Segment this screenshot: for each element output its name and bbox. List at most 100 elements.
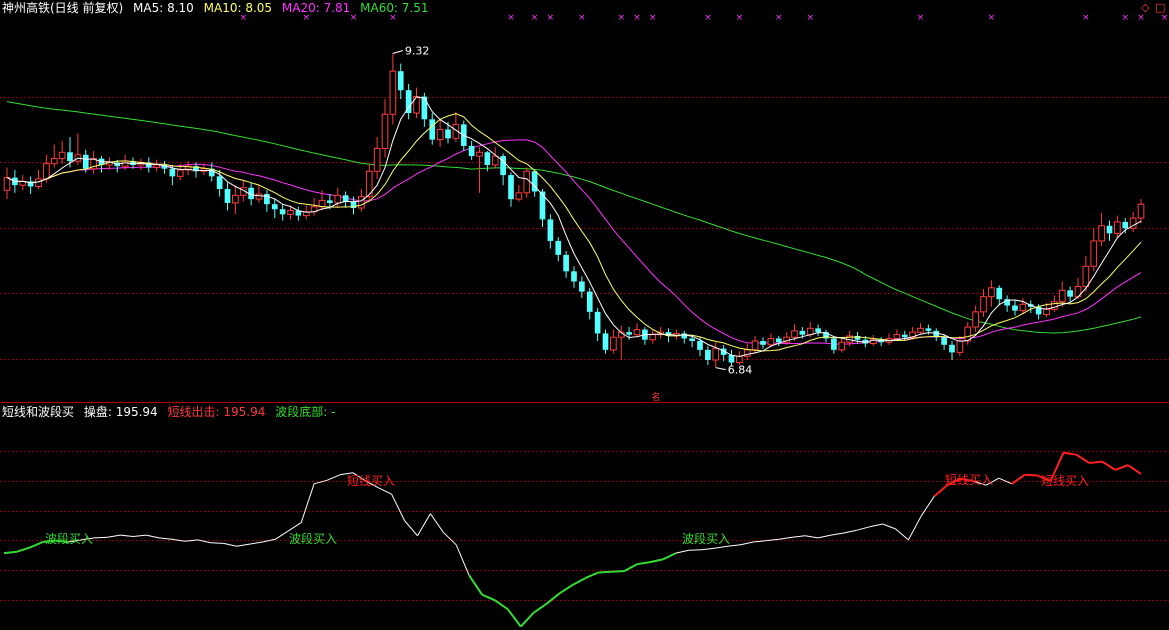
candle[interactable]: [58, 140, 66, 164]
candle[interactable]: [555, 237, 562, 262]
candle[interactable]: [642, 327, 648, 345]
candle[interactable]: [760, 337, 766, 349]
stock-chart-window[interactable]: ×××××××××××××××××××××××××× 9.326.84名 波段买…: [0, 0, 1169, 630]
candle[interactable]: [145, 157, 152, 173]
oscillator-segment: [882, 523, 896, 530]
candle[interactable]: [468, 140, 475, 160]
candle[interactable]: [1082, 256, 1090, 292]
candle[interactable]: [295, 206, 302, 221]
candle[interactable]: [815, 324, 821, 336]
candle[interactable]: [232, 185, 239, 215]
candle[interactable]: [200, 163, 208, 176]
candle[interactable]: [783, 332, 790, 345]
signal-star: ×: [704, 13, 712, 23]
candle[interactable]: [610, 329, 617, 354]
candle-body: [917, 327, 924, 333]
candle[interactable]: [823, 329, 829, 343]
candle[interactable]: [389, 53, 397, 125]
candle[interactable]: [681, 330, 688, 344]
candle[interactable]: [310, 197, 318, 216]
candle[interactable]: [452, 111, 460, 143]
candle[interactable]: [3, 167, 11, 200]
candle[interactable]: [35, 170, 42, 189]
candle[interactable]: [743, 343, 751, 360]
candle[interactable]: [264, 190, 270, 212]
candle[interactable]: [90, 151, 97, 174]
chart-canvas[interactable]: ×××××××××××××××××××××××××× 9.326.84名 波段买…: [0, 0, 1169, 630]
candle[interactable]: [1067, 286, 1073, 302]
candle[interactable]: [531, 170, 538, 197]
candle[interactable]: [413, 87, 420, 119]
candle[interactable]: [373, 137, 381, 179]
candle[interactable]: [224, 182, 231, 211]
signal-star: ×: [633, 13, 641, 23]
maximize-icon[interactable]: □: [1155, 1, 1165, 14]
candle[interactable]: [712, 342, 720, 368]
candle[interactable]: [563, 251, 569, 278]
candle[interactable]: [74, 133, 82, 165]
candle[interactable]: [594, 308, 601, 341]
candle[interactable]: [571, 266, 577, 288]
candle-body: [287, 210, 294, 215]
candle[interactable]: [988, 280, 995, 307]
candle[interactable]: [153, 159, 160, 172]
candle[interactable]: [279, 204, 286, 221]
candle[interactable]: [397, 63, 404, 100]
oscillator-segment: [740, 541, 754, 546]
candle[interactable]: [1012, 300, 1018, 316]
candle[interactable]: [1090, 228, 1098, 272]
candle[interactable]: [1004, 295, 1010, 312]
candle[interactable]: [1098, 213, 1105, 246]
candle[interactable]: [50, 144, 58, 168]
diamond-icon[interactable]: ◇: [1141, 1, 1149, 14]
candle[interactable]: [972, 305, 979, 333]
candle[interactable]: [838, 337, 846, 353]
candle[interactable]: [523, 167, 531, 198]
candle[interactable]: [964, 322, 972, 345]
candle[interactable]: [255, 185, 263, 203]
candle[interactable]: [579, 276, 585, 298]
candle[interactable]: [1129, 211, 1137, 233]
candle[interactable]: [476, 147, 483, 193]
candle[interactable]: [436, 119, 444, 148]
candle[interactable]: [586, 287, 593, 320]
candle[interactable]: [508, 172, 514, 207]
candle[interactable]: [515, 185, 523, 202]
candle[interactable]: [1114, 215, 1121, 239]
candle[interactable]: [751, 335, 759, 354]
candle[interactable]: [500, 153, 506, 186]
candle[interactable]: [949, 341, 955, 360]
candle[interactable]: [720, 344, 727, 362]
candle[interactable]: [933, 328, 940, 341]
candle-body: [484, 152, 491, 165]
candle[interactable]: [602, 329, 609, 354]
candle[interactable]: [1122, 218, 1129, 234]
candle[interactable]: [831, 335, 837, 354]
candle[interactable]: [1027, 300, 1034, 314]
candle[interactable]: [491, 147, 499, 169]
candle[interactable]: [1106, 220, 1113, 241]
candle[interactable]: [137, 158, 145, 170]
candle[interactable]: [996, 285, 1003, 306]
candle[interactable]: [19, 175, 27, 191]
signal-star: ×: [1082, 13, 1090, 23]
candle[interactable]: [547, 214, 554, 249]
candle[interactable]: [649, 329, 657, 344]
candle[interactable]: [429, 113, 436, 145]
candle[interactable]: [161, 161, 168, 174]
candle[interactable]: [1137, 199, 1145, 224]
candle[interactable]: [705, 346, 711, 366]
candle[interactable]: [633, 323, 641, 338]
candle[interactable]: [917, 323, 924, 335]
candle[interactable]: [885, 333, 893, 345]
candle[interactable]: [381, 99, 389, 158]
candle[interactable]: [184, 161, 192, 176]
candlestick-series[interactable]: [3, 53, 1145, 368]
candle[interactable]: [27, 176, 34, 195]
candle-body: [381, 113, 389, 149]
candle[interactable]: [271, 199, 278, 219]
candle[interactable]: [342, 191, 349, 208]
candle[interactable]: [1074, 277, 1082, 300]
candle[interactable]: [405, 83, 412, 120]
ma60-legend: MA60: 7.51: [360, 1, 429, 15]
